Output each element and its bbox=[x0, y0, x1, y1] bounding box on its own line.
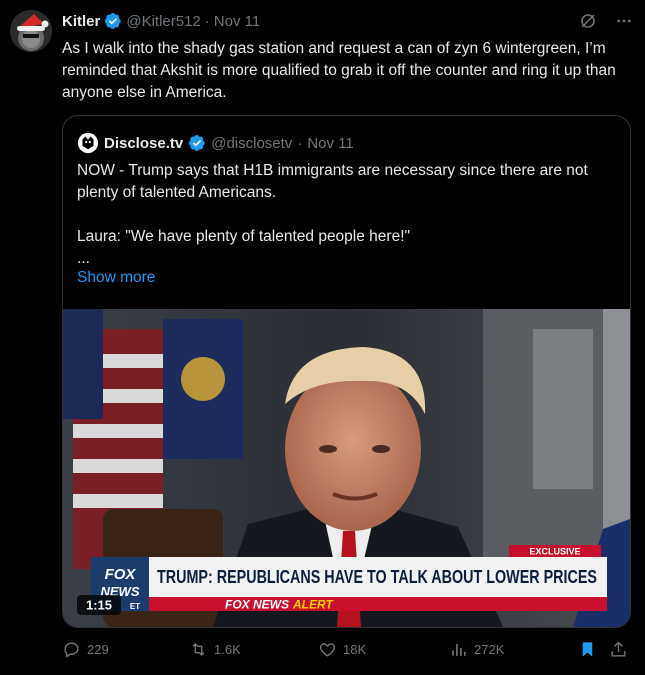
handle[interactable]: @Kitler512 bbox=[126, 13, 200, 30]
quoted-text-line: Laura: "We have plenty of talented peopl… bbox=[77, 228, 411, 245]
show-more-link[interactable]: Show more bbox=[77, 269, 155, 287]
quoted-tweet-text: NOW - Trump says that H1B immigrants are… bbox=[77, 160, 617, 270]
grok-icon[interactable] bbox=[579, 12, 597, 30]
repost-button[interactable]: 1.6K bbox=[189, 640, 241, 659]
exclusive-label: EXCLUSIVE bbox=[529, 547, 580, 557]
display-name[interactable]: Kitler bbox=[62, 13, 100, 30]
time-zone-label: ET bbox=[130, 602, 140, 611]
quoted-text-line: NOW - Trump says that H1B immigrants are… bbox=[77, 162, 588, 201]
share-button[interactable] bbox=[609, 640, 628, 659]
views-count: 272K bbox=[474, 642, 505, 657]
views-icon bbox=[452, 643, 466, 656]
reply-button[interactable]: 229 bbox=[62, 640, 109, 659]
fox-alert-word: ALERT bbox=[292, 598, 334, 612]
fox-alert-prefix: FOX NEWS bbox=[225, 598, 289, 612]
fox-logo-top: FOX bbox=[105, 566, 137, 583]
share-icon bbox=[611, 641, 626, 657]
verified-badge-icon bbox=[105, 12, 122, 29]
tweet-header: Kitler @Kitler512 · Nov 11 bbox=[62, 12, 260, 30]
like-count: 18K bbox=[343, 642, 367, 657]
reply-icon bbox=[64, 642, 79, 658]
like-button[interactable]: 18K bbox=[318, 640, 366, 659]
bookmark-icon bbox=[582, 642, 593, 657]
repost-count: 1.6K bbox=[214, 642, 241, 657]
repost-icon bbox=[192, 643, 205, 656]
quoted-tweet-header: Disclose.tv @disclosetv · Nov 11 bbox=[77, 132, 354, 154]
separator: · bbox=[297, 134, 303, 152]
quoted-tweet[interactable]: Disclose.tv @disclosetv · Nov 11 NOW - T… bbox=[62, 115, 631, 628]
video-duration: 1:15 bbox=[86, 598, 112, 613]
bookmark-button[interactable] bbox=[578, 640, 597, 659]
quoted-timestamp[interactable]: Nov 11 bbox=[307, 135, 353, 152]
avatar-image bbox=[10, 10, 52, 52]
quoted-handle[interactable]: @disclosetv bbox=[211, 135, 292, 152]
video-frame: EXCLUSIVE FOX NEWS ET TRUMP: REPUBLICANS… bbox=[63, 309, 630, 627]
tweet[interactable]: Kitler @Kitler512 · Nov 11 As I walk int… bbox=[0, 0, 645, 675]
avatar[interactable] bbox=[10, 10, 52, 52]
disclosetv-logo-icon bbox=[77, 132, 99, 154]
separator: · bbox=[204, 12, 210, 30]
timestamp[interactable]: Nov 11 bbox=[214, 13, 260, 30]
video-player[interactable]: EXCLUSIVE FOX NEWS ET TRUMP: REPUBLICANS… bbox=[63, 309, 630, 627]
tweet-actions-top bbox=[579, 12, 633, 30]
action-bar: 229 1.6K 18K 272K bbox=[62, 640, 632, 670]
tweet-text: As I walk into the shady gas station and… bbox=[62, 40, 616, 101]
reply-count: 229 bbox=[87, 642, 109, 657]
like-icon bbox=[319, 643, 336, 657]
quoted-display-name[interactable]: Disclose.tv bbox=[104, 135, 183, 152]
fox-headline: TRUMP: REPUBLICANS HAVE TO TALK ABOUT LO… bbox=[157, 567, 597, 587]
more-icon[interactable] bbox=[615, 12, 633, 30]
quoted-text-line: ... bbox=[77, 250, 90, 267]
verified-badge-icon bbox=[189, 134, 205, 151]
views-button[interactable]: 272K bbox=[449, 640, 504, 659]
